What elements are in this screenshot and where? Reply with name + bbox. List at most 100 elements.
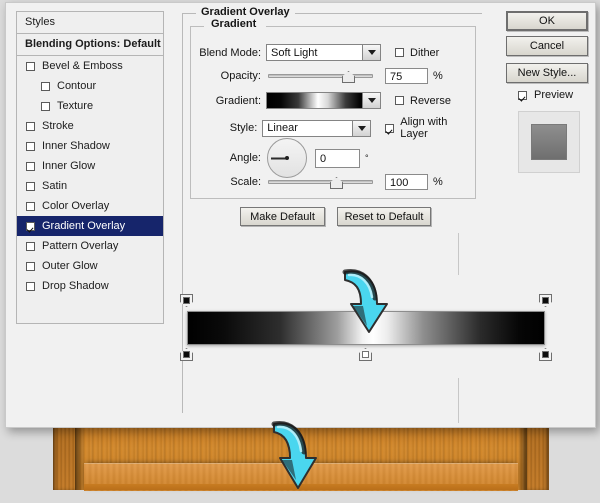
styles-sidebar: Styles Blending Options: Default Bevel &… (16, 11, 164, 324)
sidebar-item-label: Bevel & Emboss (42, 56, 123, 76)
wood-post-right (527, 420, 549, 490)
gradient-stop-top-left[interactable] (180, 294, 193, 307)
checkbox-satin[interactable] (26, 182, 35, 191)
align-with-layer-row[interactable]: Align with Layer (385, 116, 473, 140)
checkbox-drop-shadow[interactable] (26, 282, 35, 291)
align-label: Align with Layer (400, 116, 473, 140)
gradient-label: Gradient: (191, 95, 261, 107)
scale-slider-track (268, 180, 373, 184)
blend-mode-label: Blend Mode: (191, 47, 261, 59)
checkbox-stroke[interactable] (26, 122, 35, 131)
checkbox-preview[interactable] (518, 91, 527, 100)
sidebar-item-label: Satin (42, 176, 67, 196)
checkbox-texture[interactable] (41, 102, 50, 111)
sidebar-item-texture[interactable]: Texture (17, 96, 163, 116)
screenshot-root: Styles Blending Options: Default Bevel &… (0, 0, 600, 500)
gradient-stop-bottom-right[interactable] (539, 348, 552, 361)
opacity-input[interactable]: 75 (385, 68, 428, 84)
wood-shelf-edge (84, 484, 518, 490)
sidebar-item-pattern-overlay[interactable]: Pattern Overlay (17, 236, 163, 256)
opacity-slider-track (268, 74, 373, 78)
preview-thumbnail-swatch (531, 124, 567, 160)
chevron-down-icon[interactable] (362, 93, 380, 108)
angle-unit: ° (365, 153, 369, 163)
gradient-stop-bottom-mid[interactable] (359, 348, 372, 361)
sidebar-item-color-overlay[interactable]: Color Overlay (17, 196, 163, 216)
sidebar-item-inner-shadow[interactable]: Inner Shadow (17, 136, 163, 156)
preview-checkbox-row[interactable]: Preview (518, 89, 573, 101)
scale-input[interactable]: 100 (385, 174, 428, 190)
checkbox-inner-glow[interactable] (26, 162, 35, 171)
sidebar-item-satin[interactable]: Satin (17, 176, 163, 196)
chevron-down-icon[interactable] (362, 45, 380, 60)
sidebar-item-label: Stroke (42, 116, 74, 136)
sidebar-item-inner-glow[interactable]: Inner Glow (17, 156, 163, 176)
angle-dial[interactable] (267, 138, 307, 178)
sidebar-item-label: Inner Glow (42, 156, 95, 176)
blending-options-row[interactable]: Blending Options: Default (16, 33, 164, 56)
style-select[interactable]: Linear (262, 120, 371, 137)
style-label: Style: (191, 122, 257, 134)
reverse-checkbox-row[interactable]: Reverse (395, 95, 451, 107)
checkbox-align-with-layer[interactable] (385, 124, 394, 133)
blend-mode-select[interactable]: Soft Light (266, 44, 381, 61)
wood-post-left (53, 420, 75, 490)
reverse-label: Reverse (410, 95, 451, 107)
sidebar-item-contour[interactable]: Contour (17, 76, 163, 96)
checkbox-dither[interactable] (395, 48, 404, 57)
sidebar-item-label: Texture (57, 96, 93, 116)
angle-input[interactable]: 0 (315, 149, 360, 168)
make-default-button[interactable]: Make Default (240, 207, 325, 226)
gradient-stop-top-right[interactable] (539, 294, 552, 307)
inner-top-rule-right (266, 26, 476, 27)
scale-unit: % (433, 176, 443, 188)
scale-slider-knob[interactable] (330, 177, 343, 189)
inner-top-rule-left (190, 26, 204, 27)
checkbox-contour[interactable] (41, 82, 50, 91)
checkbox-color-overlay[interactable] (26, 202, 35, 211)
checkbox-gradient-overlay[interactable] (26, 222, 35, 231)
new-style-button[interactable]: New Style... (506, 63, 588, 83)
group-title: Gradient Overlay (196, 6, 295, 18)
sidebar-item-label: Inner Shadow (42, 136, 110, 156)
checkbox-pattern-overlay[interactable] (26, 242, 35, 251)
sidebar-item-bevel-emboss[interactable]: Bevel & Emboss (17, 56, 163, 76)
checkbox-inner-shadow[interactable] (26, 142, 35, 151)
ok-button[interactable]: OK (506, 11, 588, 31)
wood-shadow-left (75, 420, 84, 490)
reset-to-default-button[interactable]: Reset to Default (337, 207, 431, 226)
opacity-slider-knob[interactable] (342, 71, 355, 83)
gradient-picker[interactable] (266, 92, 381, 109)
opacity-slider[interactable] (268, 69, 373, 83)
preview-label: Preview (534, 89, 573, 101)
sidebar-item-label: Color Overlay (42, 196, 109, 216)
layer-style-dialog: Styles Blending Options: Default Bevel &… (5, 2, 596, 428)
opacity-unit: % (433, 70, 443, 82)
sidebar-item-label: Pattern Overlay (42, 236, 118, 256)
checkbox-reverse[interactable] (395, 96, 404, 105)
sidebar-item-stroke[interactable]: Stroke (17, 116, 163, 136)
checkbox-bevel-emboss[interactable] (26, 62, 35, 71)
style-value: Linear (263, 122, 298, 134)
canvas-gradient-bar[interactable] (187, 311, 545, 345)
scale-label: Scale: (191, 176, 261, 188)
cancel-button[interactable]: Cancel (506, 36, 588, 56)
sidebar-item-drop-shadow[interactable]: Drop Shadow (17, 276, 163, 296)
checkbox-outer-glow[interactable] (26, 262, 35, 271)
angle-dial-hub (285, 156, 289, 160)
styles-header: Styles (16, 11, 164, 33)
canvas-guide-bottom (458, 378, 459, 423)
opacity-label: Opacity: (191, 70, 261, 82)
canvas-gradient-bar-wrap (187, 311, 545, 345)
sidebar-item-label: Contour (57, 76, 96, 96)
gradient-stop-bottom-left[interactable] (180, 348, 193, 361)
blend-mode-value: Soft Light (267, 47, 317, 59)
gradient-overlay-group: Gradient Overlay Gradient Blend Mode: So… (182, 13, 482, 413)
wood-shadow-right (518, 420, 527, 490)
sidebar-item-gradient-overlay[interactable]: Gradient Overlay (17, 216, 163, 236)
scale-slider[interactable] (268, 175, 373, 189)
sidebar-item-outer-glow[interactable]: Outer Glow (17, 256, 163, 276)
chevron-down-icon[interactable] (352, 121, 370, 136)
gradient-swatch[interactable] (267, 93, 365, 108)
dither-checkbox-row[interactable]: Dither (395, 47, 439, 59)
